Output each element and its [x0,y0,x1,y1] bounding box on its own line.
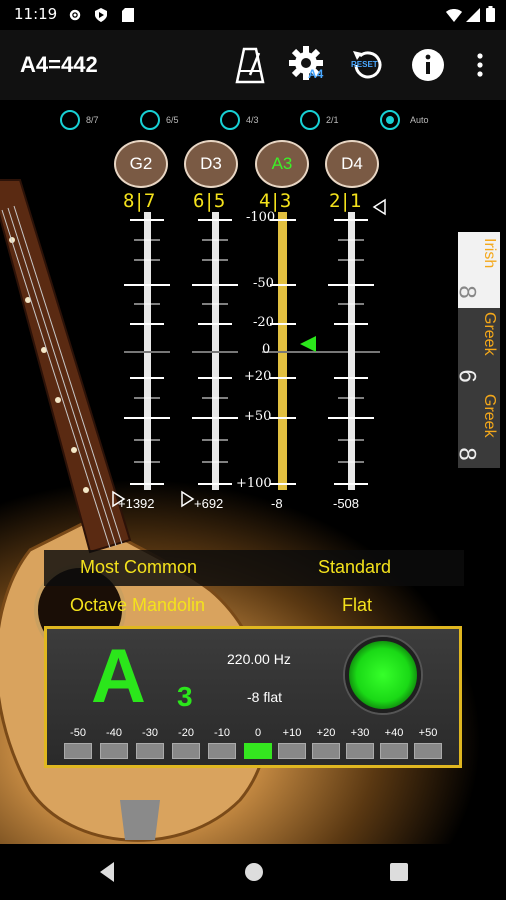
string-offset-d4: -508 [333,496,360,511]
tuning-name: Standard [318,557,392,577]
info-icon[interactable] [408,45,448,85]
cents-label: -20 [178,727,194,739]
cents-label: -50 [70,727,86,739]
settings-notification-icon [69,9,81,21]
cents-segment [208,743,236,759]
tab-label: Greek [481,312,498,356]
cents-segment [346,743,374,759]
metronome-icon[interactable] [230,45,270,85]
detected-frequency: 220.00 Hz [227,651,291,667]
cents-deviation: -8 flat [247,689,283,705]
tab-number: 6 [453,369,481,383]
meter-g2 [112,212,170,508]
string-meters [112,198,386,508]
string-offset-g2: +1392 [118,496,155,511]
back-icon[interactable] [96,860,118,884]
overflow-menu-icon[interactable] [460,45,500,85]
cents-segment [64,743,92,759]
string-offset-a3: -8 [271,496,283,511]
recents-icon[interactable] [389,862,409,882]
scale-label: -50 [253,276,274,291]
reset-button[interactable]: RESET [348,45,388,85]
cents-segment [136,743,164,759]
string-button-a3[interactable]: A3 [255,140,309,188]
cents-segment [312,743,340,759]
string-button-d4[interactable]: D4 [325,140,379,188]
tab-label: Irish [481,238,498,269]
body-style: Flat [342,595,373,615]
detected-note: A [91,634,146,719]
tuner-settings-button[interactable]: A4 [288,45,328,85]
cents-label: -30 [142,727,158,739]
cents-segment [172,743,200,759]
meter-a3 [262,212,380,490]
instrument-category: Most Common [80,557,198,577]
string-ratio-d4: 2|1 [329,190,361,212]
cents-segment [244,743,272,759]
instrument-tab-irish-8[interactable]: Irish 8 [454,232,500,308]
string-ratio-g2: 8|7 [123,190,155,212]
sd-card-icon [122,8,134,22]
app-bar: A4=442 A4 RESET [0,30,506,100]
tab-number: 8 [453,447,481,461]
cents-label: +40 [384,727,404,739]
wifi-icon [446,9,462,22]
system-navigation-bar [0,844,506,900]
detected-octave: 3 [177,681,193,712]
cents-label: +30 [350,727,370,739]
cents-segment [414,743,442,759]
cents-segment [380,743,408,759]
string-button-d3[interactable]: D3 [184,140,238,188]
tuning-readout-panel: A 3 220.00 Hz -8 flat -50 -40 -30 -20 -1… [44,626,462,768]
home-icon[interactable] [243,861,265,883]
string-ratio-d3: 6|5 [193,190,225,212]
string-offset-d3: +692 [194,496,224,511]
cents-label: +10 [282,727,302,739]
a4-badge: A4 [308,67,324,81]
status-bar: 11:19 [0,0,506,30]
reset-label: RESET [351,60,378,69]
scale-label: -20 [253,315,274,330]
cents-label: +50 [418,727,438,739]
string-button-g2[interactable]: G2 [114,140,168,188]
scale-label: +50 [244,409,272,424]
string-ratio-a3: 4|3 [259,190,291,212]
in-tune-indicator [345,637,421,713]
instrument-tab-greek-6[interactable]: Greek 6 [454,308,500,392]
scale-label: +100 [236,476,272,491]
cell-signal-icon [466,8,480,22]
scale-label: 0 [262,342,271,357]
tuning-info-row-2[interactable]: Octave Mandolin Flat [44,588,464,624]
cents-label: -40 [106,727,122,739]
tab-label: Greek [481,394,498,438]
instrument-tab-greek-8[interactable]: Greek 8 [454,392,500,468]
meter-d3 [181,212,238,508]
shield-notification-icon [95,8,107,22]
scale-label: -100 [246,210,276,225]
cents-label: +20 [316,727,336,739]
scale-label: +20 [244,369,272,384]
tab-number: 8 [453,285,481,299]
battery-icon [486,6,495,22]
tuning-info-row-1[interactable]: Most Common Standard [44,550,464,586]
instrument-name: Octave Mandolin [70,595,206,615]
cents-segment [278,743,306,759]
status-time: 11:19 [14,5,58,23]
cents-label: -10 [214,727,230,739]
reference-pitch-title[interactable]: A4=442 [20,52,98,78]
meter-d4 [328,198,386,490]
cents-label: 0 [254,727,262,739]
cents-segment [100,743,128,759]
